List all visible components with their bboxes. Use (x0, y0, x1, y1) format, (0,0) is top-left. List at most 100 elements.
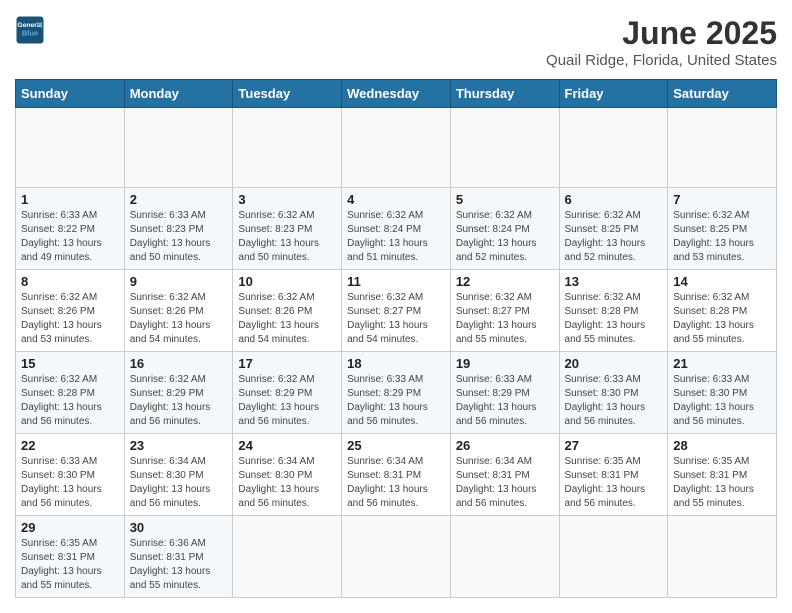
day-info: Sunrise: 6:32 AM Sunset: 8:27 PM Dayligh… (456, 291, 554, 347)
day-info: Sunrise: 6:32 AM Sunset: 8:26 PM Dayligh… (238, 291, 336, 347)
day-info: Sunrise: 6:35 AM Sunset: 8:31 PM Dayligh… (673, 455, 771, 511)
day-info: Sunrise: 6:35 AM Sunset: 8:31 PM Dayligh… (21, 537, 119, 593)
day-cell: 7Sunrise: 6:32 AM Sunset: 8:25 PM Daylig… (668, 188, 777, 270)
day-number: 18 (347, 356, 445, 371)
day-info: Sunrise: 6:32 AM Sunset: 8:26 PM Dayligh… (130, 291, 228, 347)
header-cell-sunday: Sunday (16, 80, 125, 108)
day-cell (559, 516, 668, 598)
day-number: 25 (347, 438, 445, 453)
day-cell (668, 516, 777, 598)
day-cell (342, 108, 451, 188)
day-cell: 8Sunrise: 6:32 AM Sunset: 8:26 PM Daylig… (16, 270, 125, 352)
day-info: Sunrise: 6:32 AM Sunset: 8:24 PM Dayligh… (456, 209, 554, 265)
day-number: 12 (456, 274, 554, 289)
day-number: 20 (565, 356, 663, 371)
day-info: Sunrise: 6:32 AM Sunset: 8:28 PM Dayligh… (565, 291, 663, 347)
day-info: Sunrise: 6:32 AM Sunset: 8:26 PM Dayligh… (21, 291, 119, 347)
day-cell: 20 Sunrise: 6:33 AM Sunset: 8:30 PM Dayli… (559, 352, 668, 434)
header-cell-friday: Friday (559, 80, 668, 108)
day-number: 17 (238, 356, 336, 371)
header-cell-saturday: Saturday (668, 80, 777, 108)
header: General Blue June 2025 Quail Ridge, Flor… (15, 15, 777, 69)
day-cell: 30 Sunrise: 6:36 AM Sunset: 8:31 PM Dayli… (124, 516, 233, 598)
day-cell: 19Sunrise: 6:33 AM Sunset: 8:29 PM Dayli… (450, 352, 559, 434)
day-info: Sunrise: 6:36 AM Sunset: 8:31 PM Dayligh… (130, 537, 228, 593)
day-info: Sunrise: 6:33 AM Sunset: 8:23 PM Dayligh… (130, 209, 228, 265)
day-info: Sunrise: 6:33 AM Sunset: 8:30 PM Dayligh… (565, 373, 663, 429)
calendar-header: SundayMondayTuesdayWednesdayThursdayFrid… (16, 80, 777, 108)
day-info: Sunrise: 6:33 AM Sunset: 8:29 PM Dayligh… (347, 373, 445, 429)
day-number: 28 (673, 438, 771, 453)
day-cell (450, 108, 559, 188)
day-number: 3 (238, 192, 336, 207)
day-number: 27 (565, 438, 663, 453)
month-title: June 2025 (546, 15, 777, 52)
day-info: Sunrise: 6:32 AM Sunset: 8:25 PM Dayligh… (673, 209, 771, 265)
day-cell: 13 Sunrise: 6:32 AM Sunset: 8:28 PM Dayli… (559, 270, 668, 352)
day-number: 14 (673, 274, 771, 289)
day-number: 6 (565, 192, 663, 207)
day-number: 22 (21, 438, 119, 453)
day-number: 10 (238, 274, 336, 289)
header-cell-thursday: Thursday (450, 80, 559, 108)
day-cell: 24 Sunrise: 6:34 AM Sunset: 8:30 PM Dayli… (233, 434, 342, 516)
day-number: 26 (456, 438, 554, 453)
day-info: Sunrise: 6:32 AM Sunset: 8:29 PM Dayligh… (238, 373, 336, 429)
day-number: 24 (238, 438, 336, 453)
day-cell: 21Sunrise: 6:33 AM Sunset: 8:30 PM Dayli… (668, 352, 777, 434)
header-cell-wednesday: Wednesday (342, 80, 451, 108)
day-cell (450, 516, 559, 598)
week-row-0 (16, 108, 777, 188)
day-cell: 26 Sunrise: 6:34 AM Sunset: 8:31 PM Dayli… (450, 434, 559, 516)
day-cell (668, 108, 777, 188)
day-info: Sunrise: 6:34 AM Sunset: 8:31 PM Dayligh… (456, 455, 554, 511)
header-cell-monday: Monday (124, 80, 233, 108)
header-cell-tuesday: Tuesday (233, 80, 342, 108)
day-number: 1 (21, 192, 119, 207)
day-info: Sunrise: 6:32 AM Sunset: 8:24 PM Dayligh… (347, 209, 445, 265)
day-cell: 9 Sunrise: 6:32 AM Sunset: 8:26 PM Daylig… (124, 270, 233, 352)
day-cell: 15Sunrise: 6:32 AM Sunset: 8:28 PM Dayli… (16, 352, 125, 434)
logo-icon: General Blue (15, 15, 45, 45)
day-cell: 17 Sunrise: 6:32 AM Sunset: 8:29 PM Dayli… (233, 352, 342, 434)
day-number: 29 (21, 520, 119, 535)
day-info: Sunrise: 6:34 AM Sunset: 8:31 PM Dayligh… (347, 455, 445, 511)
day-cell (16, 108, 125, 188)
day-number: 23 (130, 438, 228, 453)
day-cell: 27Sunrise: 6:35 AM Sunset: 8:31 PM Dayli… (559, 434, 668, 516)
day-cell (124, 108, 233, 188)
calendar-body: 1Sunrise: 6:33 AM Sunset: 8:22 PM Daylig… (16, 108, 777, 598)
day-number: 4 (347, 192, 445, 207)
day-info: Sunrise: 6:32 AM Sunset: 8:29 PM Dayligh… (130, 373, 228, 429)
day-number: 16 (130, 356, 228, 371)
week-row-1: 1Sunrise: 6:33 AM Sunset: 8:22 PM Daylig… (16, 188, 777, 270)
day-info: Sunrise: 6:33 AM Sunset: 8:30 PM Dayligh… (673, 373, 771, 429)
day-info: Sunrise: 6:32 AM Sunset: 8:28 PM Dayligh… (673, 291, 771, 347)
logo: General Blue (15, 15, 45, 45)
day-cell: 2 Sunrise: 6:33 AM Sunset: 8:23 PM Daylig… (124, 188, 233, 270)
svg-text:Blue: Blue (22, 28, 38, 37)
day-info: Sunrise: 6:33 AM Sunset: 8:30 PM Dayligh… (21, 455, 119, 511)
day-cell (559, 108, 668, 188)
week-row-4: 22 Sunrise: 6:33 AM Sunset: 8:30 PM Dayli… (16, 434, 777, 516)
day-info: Sunrise: 6:32 AM Sunset: 8:25 PM Dayligh… (565, 209, 663, 265)
title-area: June 2025 Quail Ridge, Florida, United S… (546, 15, 777, 69)
day-cell: 6 Sunrise: 6:32 AM Sunset: 8:25 PM Daylig… (559, 188, 668, 270)
day-info: Sunrise: 6:34 AM Sunset: 8:30 PM Dayligh… (238, 455, 336, 511)
day-cell: 1Sunrise: 6:33 AM Sunset: 8:22 PM Daylig… (16, 188, 125, 270)
day-cell: 3Sunrise: 6:32 AM Sunset: 8:23 PM Daylig… (233, 188, 342, 270)
day-info: Sunrise: 6:32 AM Sunset: 8:28 PM Dayligh… (21, 373, 119, 429)
location-title: Quail Ridge, Florida, United States (546, 52, 777, 69)
day-number: 19 (456, 356, 554, 371)
day-cell: 23Sunrise: 6:34 AM Sunset: 8:30 PM Dayli… (124, 434, 233, 516)
day-cell (342, 516, 451, 598)
week-row-2: 8Sunrise: 6:32 AM Sunset: 8:26 PM Daylig… (16, 270, 777, 352)
day-cell: 5Sunrise: 6:32 AM Sunset: 8:24 PM Daylig… (450, 188, 559, 270)
day-number: 2 (130, 192, 228, 207)
day-number: 13 (565, 274, 663, 289)
day-number: 30 (130, 520, 228, 535)
day-cell (233, 108, 342, 188)
day-number: 11 (347, 274, 445, 289)
day-number: 9 (130, 274, 228, 289)
week-row-3: 15Sunrise: 6:32 AM Sunset: 8:28 PM Dayli… (16, 352, 777, 434)
